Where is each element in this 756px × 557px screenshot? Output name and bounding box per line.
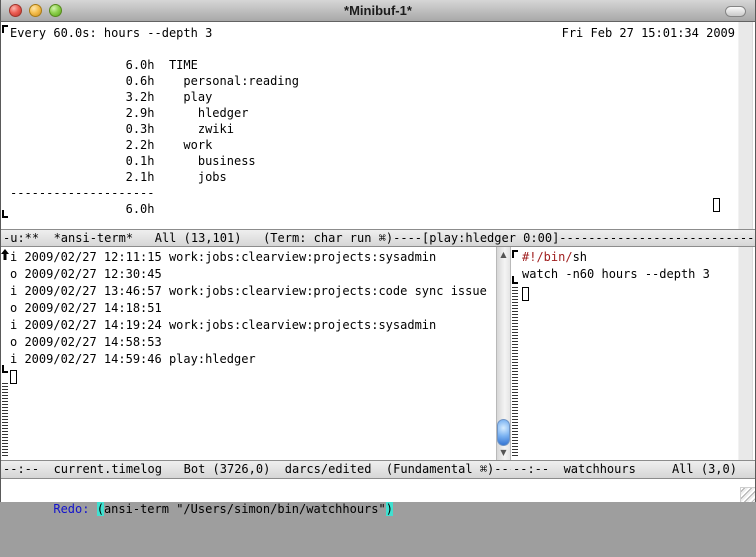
buffer-end-corner-icon <box>2 210 8 218</box>
modeline-timelog[interactable]: --:-- current.timelog Bot (3726,0) darcs… <box>1 460 511 479</box>
modeline-watchhours-text: --:-- watchhours All (3,0) <box>513 462 737 476</box>
terminal-cursor <box>713 198 720 212</box>
modeline-timelog-text: --:-- current.timelog Bot (3726,0) darcs… <box>3 462 511 476</box>
report-line: 3.2h play <box>10 89 735 105</box>
buffer-continues-up-icon <box>1 249 9 260</box>
report-line: 0.3h zwiki <box>10 121 735 137</box>
log-line: o 2009/02/27 12:30:45 <box>10 266 496 283</box>
timelog-cursor <box>10 370 17 384</box>
report-line: 6.0h TIME <box>10 57 735 73</box>
buffer-end-corner-icon <box>2 365 8 373</box>
scrollbar-down-arrow-icon: ▼ <box>500 448 506 457</box>
script-command-line: watch -n60 hours --depth 3 <box>522 266 755 283</box>
resize-grip[interactable] <box>740 487 755 502</box>
minibuffer-command: ansi-term "/Users/simon/bin/watchhours" <box>104 502 386 516</box>
minibuffer-prompt: Redo: <box>53 502 96 516</box>
open-paren-highlight: ( <box>97 502 104 516</box>
empty-line-marks-icon <box>2 383 8 458</box>
modeline-ansi-term[interactable]: -u:** *ansi-term* All (13,101) (Term: ch… <box>1 229 755 247</box>
report-line: 2.2h work <box>10 137 735 153</box>
report-line: 2.1h jobs <box>10 169 735 185</box>
left-fringe <box>1 247 9 460</box>
script-pane[interactable]: #!/bin/sh watch -n60 hours --depth 3 <box>511 247 755 460</box>
scrollbar-up-button[interactable]: ▲ <box>497 248 510 261</box>
buffer-end-corner-icon <box>512 276 518 284</box>
watch-command-text: Every 60.0s: hours --depth 3 <box>10 25 212 41</box>
buffer-top-corner-icon <box>512 250 518 258</box>
emacs-frame: Every 60.0s: hours --depth 3 Fri Feb 27 … <box>1 22 755 501</box>
scrollbar-thumb[interactable] <box>497 419 510 446</box>
scrollbar-down-button[interactable]: ▼ <box>497 446 510 459</box>
minibuffer[interactable]: Redo: (ansi-term "/Users/simon/bin/watch… <box>1 479 755 502</box>
left-fringe <box>511 247 519 460</box>
window-title: *Minibuf-1* <box>1 3 755 18</box>
report-line: 0.6h personal:reading <box>10 73 735 89</box>
terminal-pane[interactable]: Every 60.0s: hours --depth 3 Fri Feb 27 … <box>1 22 755 229</box>
timelog-text: i 2009/02/27 12:11:15 work:jobs:clearvie… <box>10 247 496 368</box>
report-total-line: 6.0h <box>10 201 735 217</box>
report-divider-line: -------------------- <box>10 185 735 201</box>
modeline-ansi-term-text: -u:** *ansi-term* All (13,101) (Term: ch… <box>3 231 755 245</box>
script-scrollbar-track[interactable] <box>738 247 753 460</box>
titlebar[interactable]: *Minibuf-1* <box>1 0 755 22</box>
log-line: i 2009/02/27 14:59:46 play:hledger <box>10 351 496 368</box>
empty-line-marks-icon <box>512 287 518 458</box>
terminal-scrollbar-track[interactable] <box>738 22 753 229</box>
timelog-scrollbar[interactable]: ▲ ▼ <box>496 247 511 460</box>
close-paren-highlight: ) <box>386 502 393 516</box>
script-cursor <box>522 287 529 301</box>
log-line: i 2009/02/27 12:11:15 work:jobs:clearvie… <box>10 249 496 266</box>
scrollbar-up-arrow-icon: ▲ <box>500 250 506 259</box>
log-line: o 2009/02/27 14:18:51 <box>10 300 496 317</box>
bottom-modelines: --:-- current.timelog Bot (3726,0) darcs… <box>1 460 755 479</box>
modeline-watchhours[interactable]: --:-- watchhours All (3,0) <box>511 460 755 479</box>
shebang-highlight: #!/bin/ <box>522 250 573 264</box>
report-line: 0.1h business <box>10 153 735 169</box>
buffer-top-corner-icon <box>2 25 8 33</box>
watch-date: Fri Feb 27 15:01:34 2009 <box>562 25 735 41</box>
timelog-pane[interactable]: i 2009/02/27 12:11:15 work:jobs:clearvie… <box>1 247 496 460</box>
toolbar-toggle-button[interactable] <box>725 6 746 17</box>
script-text: #!/bin/sh watch -n60 hours --depth 3 <box>522 247 755 283</box>
log-line: o 2009/02/27 14:58:53 <box>10 334 496 351</box>
terminal-output: Every 60.0s: hours --depth 3 Fri Feb 27 … <box>10 22 735 217</box>
report-line: 2.9h hledger <box>10 105 735 121</box>
left-fringe <box>1 22 9 229</box>
log-line: i 2009/02/27 13:46:57 work:jobs:clearvie… <box>10 283 496 300</box>
shebang-rest: sh <box>573 250 587 264</box>
emacs-window: *Minibuf-1* Every 60.0s: hours --depth 3… <box>0 0 756 502</box>
shebang-line: #!/bin/sh <box>522 249 755 266</box>
bottom-split: i 2009/02/27 12:11:15 work:jobs:clearvie… <box>1 247 755 460</box>
log-line: i 2009/02/27 14:19:24 work:jobs:clearvie… <box>10 317 496 334</box>
